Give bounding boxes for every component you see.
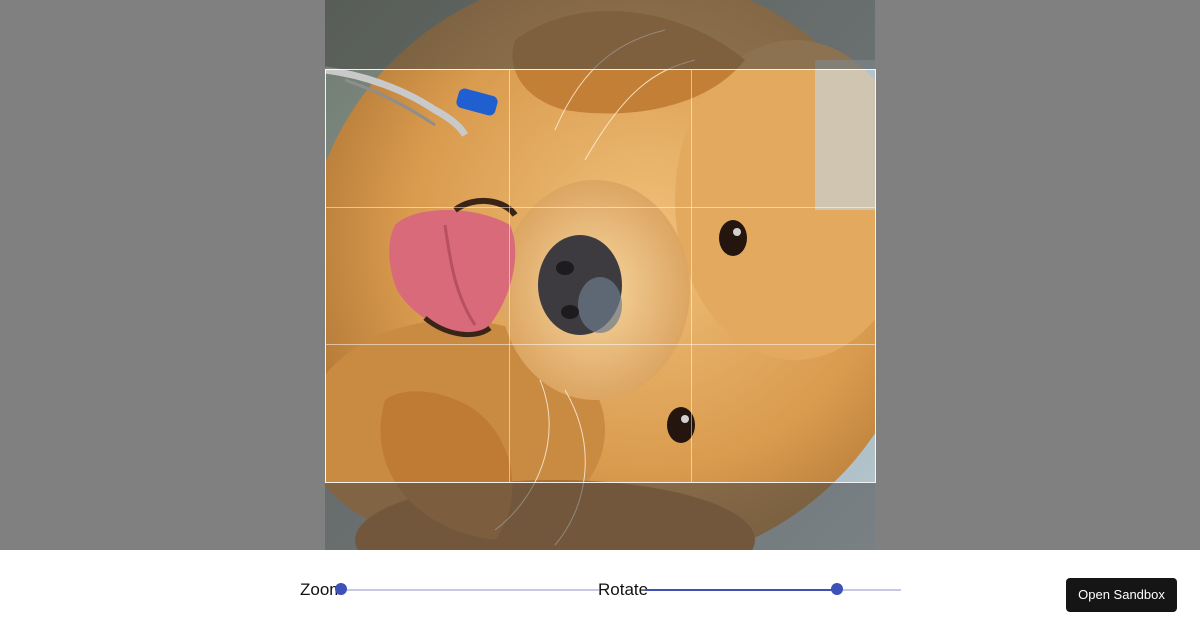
crop-mask-bottom: [325, 482, 875, 550]
grid-line-vertical: [691, 70, 692, 482]
grid-line-vertical: [509, 70, 510, 482]
rotate-slider-thumb[interactable]: [831, 583, 843, 595]
rotate-slider-fill: [645, 589, 837, 591]
rotate-label: Rotate: [598, 580, 649, 599]
open-sandbox-button[interactable]: Open Sandbox: [1066, 578, 1177, 612]
zoom-slider[interactable]: [335, 583, 599, 595]
grid-line-horizontal: [326, 344, 875, 345]
zoom-slider-thumb[interactable]: [335, 583, 347, 595]
zoom-slider-track: [341, 589, 599, 591]
rotate-slider[interactable]: [645, 583, 901, 595]
crop-mask-top: [325, 0, 875, 69]
grid-line-horizontal: [326, 207, 875, 208]
crop-area[interactable]: [325, 69, 876, 483]
crop-stage[interactable]: [0, 0, 1200, 550]
